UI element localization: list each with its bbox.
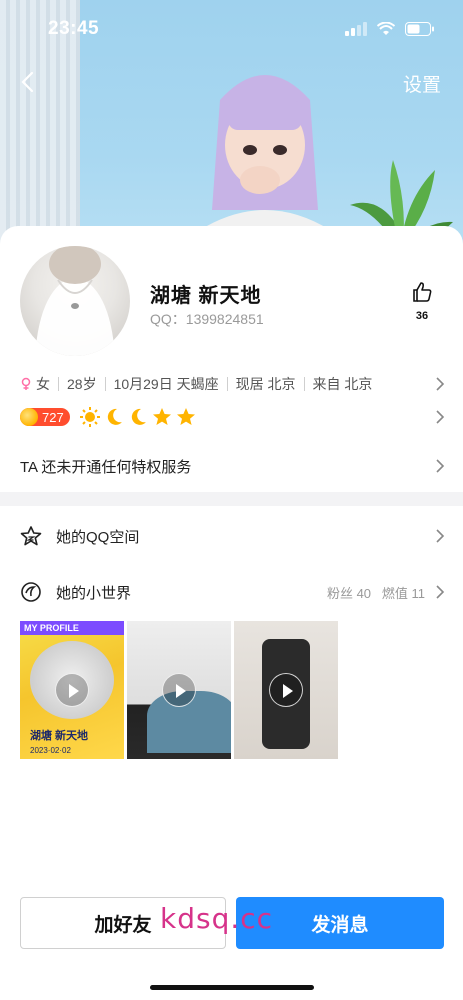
divider [226,377,228,391]
qzone-row[interactable]: 她的QQ空间 [20,524,445,548]
star-icon [176,408,195,425]
video-thumbnail[interactable]: MY PROFILE 湖塘 新天地 2023·02·02 [20,621,124,759]
fans-count: 粉丝 40 [326,585,372,601]
small-world-icon [21,582,41,602]
moon-icon [131,408,146,425]
video-thumbnails: MY PROFILE 湖塘 新天地 2023·02·02 [20,621,338,759]
qzone-label: 她的QQ空间 [56,528,140,546]
female-icon [21,377,31,390]
play-icon [162,673,196,707]
status-bar: 23:45 [0,18,463,44]
gender-label: 女 [36,376,50,392]
wifi-icon [377,22,395,35]
heat-count: 燃值 11 [381,585,425,601]
battery-icon [405,22,434,36]
small-world-stats: 粉丝 40 燃值 11 [327,583,425,602]
level-row[interactable]: 727 [20,406,445,428]
privilege-text: TA 还未开通任何特权服务 [20,459,192,476]
profile-card: 湖塘 新天地 QQ：1399824851 36 女 28岁 10月29日 天蝎座… [0,226,463,1000]
small-world-label: 她的小世界 [56,584,132,602]
residence-label: 现居 北京 [235,376,296,392]
video-thumbnail[interactable] [234,621,338,759]
level-badge: 727 [20,408,70,426]
status-time: 23:45 [48,18,100,39]
chevron-right-icon [436,529,445,543]
divider [104,377,106,391]
avatar-photo [35,246,115,356]
chevron-left-icon[interactable] [16,70,40,94]
play-icon [269,673,303,707]
divider [58,377,59,391]
birthday-label: 10月29日 天蝎座 [113,376,219,392]
thumbnail-caption: MY PROFILE [20,621,124,635]
coin-icon [20,408,38,426]
chevron-right-icon [436,377,445,391]
profile-info-row[interactable]: 女 28岁 10月29日 天蝎座 现居 北京 来自 北京 [20,374,445,394]
avatar[interactable] [20,246,130,356]
profile-cover: 23:45 设置 [0,0,463,260]
home-indicator[interactable] [150,985,314,990]
moon-icon [107,408,122,425]
divider [303,377,305,391]
thumbnail-date: 2023·02·02 [30,746,71,755]
star-outline-icon [20,526,42,546]
level-number: 727 [42,409,64,425]
play-icon [55,673,89,707]
section-divider [0,492,463,506]
signal-icon [345,22,367,36]
thumbs-up-icon [413,282,432,302]
qq-number: QQ：1399824851 [150,311,264,327]
privilege-row[interactable]: TA 还未开通任何特权服务 [20,456,445,477]
star-icon [152,408,171,425]
thumbnail-name: 湖塘 新天地 [30,730,89,742]
like-button[interactable]: 36 [411,281,433,322]
like-count: 36 [415,310,429,322]
sun-icon [79,407,100,427]
hometown-label: 来自 北京 [312,376,373,392]
chevron-right-icon [436,410,445,424]
small-world-row[interactable]: 她的小世界 粉丝 40 燃值 11 [20,580,445,604]
watermark: kdsq.cc [160,902,274,935]
chevron-right-icon [436,459,445,473]
chevron-right-icon [436,585,445,599]
age-label: 28岁 [67,376,97,392]
video-thumbnail[interactable] [127,621,231,759]
settings-button[interactable]: 设置 [403,70,441,97]
profile-name: 湖塘 新天地 [150,285,262,307]
